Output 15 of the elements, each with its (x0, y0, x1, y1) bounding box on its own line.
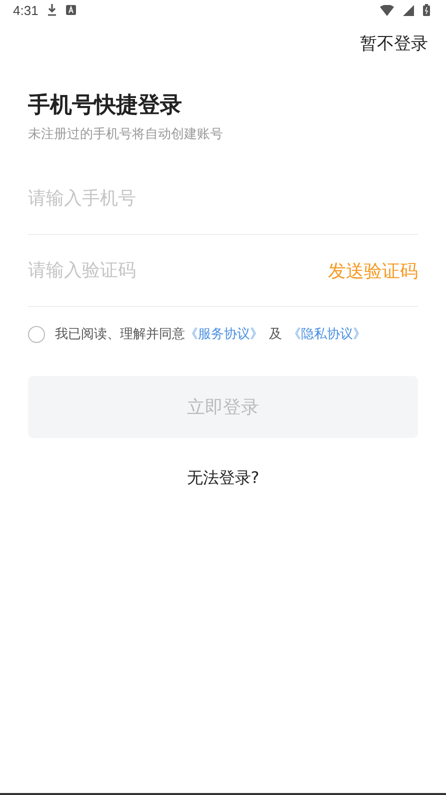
send-code-button[interactable]: 发送验证码 (328, 258, 418, 282)
service-agreement-link[interactable]: 《服务协议》 (185, 327, 263, 342)
agreement-text: 我已阅读、理解并同意《服务协议》 及 《隐私协议》 (55, 326, 366, 343)
subtitle: 未注册过的手机号将自动创建账号 (28, 126, 224, 143)
app-notification-icon (66, 5, 76, 15)
wifi-icon (380, 4, 394, 16)
battery-icon (423, 4, 430, 16)
status-time: 4:31 (13, 2, 38, 18)
download-icon (47, 4, 58, 16)
cannot-login-link[interactable]: 无法登录? (186, 468, 260, 489)
signal-icon (403, 4, 414, 16)
skip-login-button[interactable]: 暂不登录 (360, 32, 428, 55)
agreement-checkbox[interactable] (28, 326, 45, 342)
page-title: 手机号快捷登录 (28, 92, 183, 120)
privacy-agreement-link[interactable]: 《隐私协议》 (288, 327, 366, 342)
